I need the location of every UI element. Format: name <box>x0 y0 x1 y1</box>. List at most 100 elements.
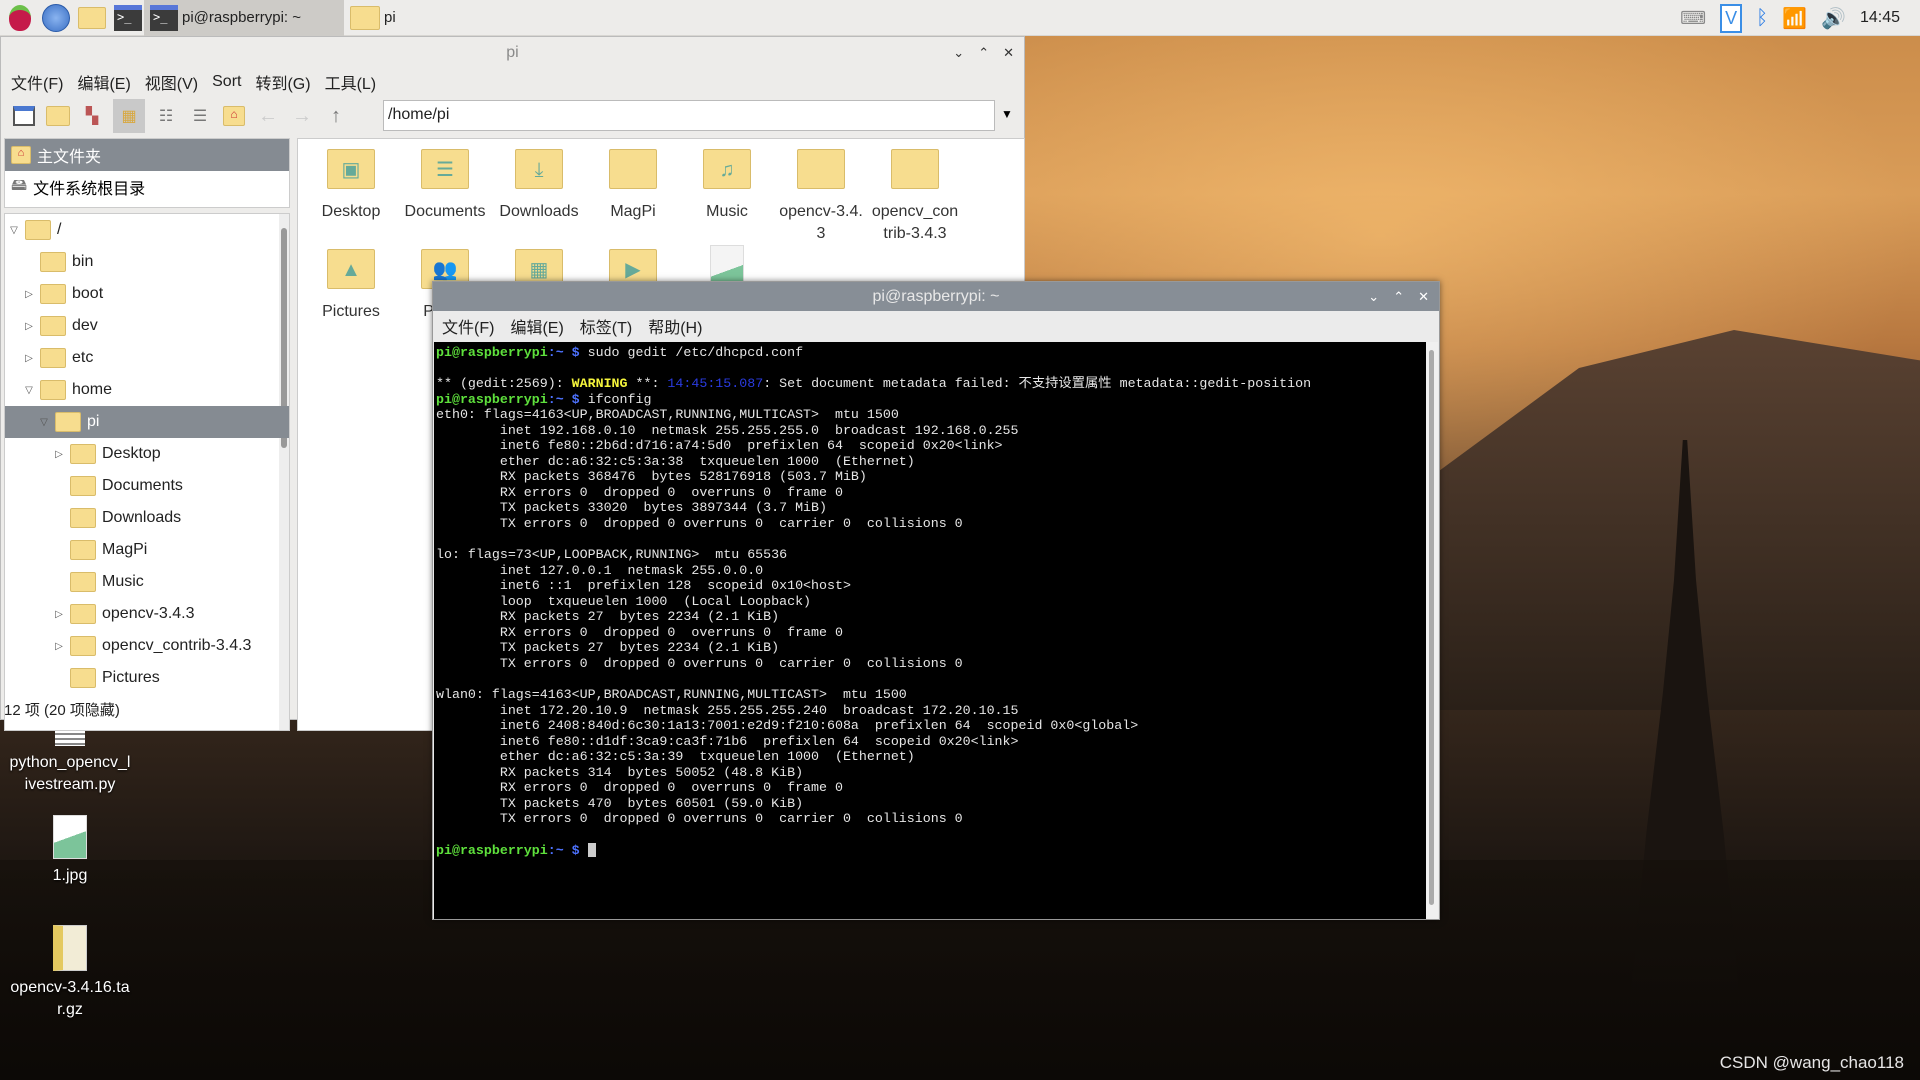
tree-item[interactable]: ▽ home <box>5 374 289 406</box>
terminal-output[interactable]: pi@raspberrypi:~ $ sudo gedit /etc/dhcpc… <box>434 342 1426 919</box>
expander-closed-icon[interactable]: ▷ <box>52 449 66 460</box>
new-window-icon[interactable] <box>11 103 37 129</box>
file-item-label: opencv-3.4. 3 <box>779 203 863 242</box>
menu-help[interactable]: 帮助(H) <box>648 314 702 338</box>
menu-go[interactable]: 转到(G) <box>255 70 310 94</box>
address-bar[interactable]: /home/pi <box>383 100 995 131</box>
terminal-launcher-icon[interactable]: >_ <box>112 2 144 34</box>
keyboard-icon[interactable]: ⌨ <box>1680 8 1706 29</box>
expander-closed-icon[interactable]: ▷ <box>22 353 36 364</box>
output-text: inet6 2408:840d:6c30:1a13:7001:e2d9:f210… <box>436 718 1139 734</box>
menu-view[interactable]: 视图(V) <box>145 70 198 94</box>
file-item[interactable]: ♫ Music <box>680 143 774 223</box>
file-item[interactable]: ⤓ Downloads <box>492 143 586 223</box>
tree-item[interactable]: ▷ boot <box>5 278 289 310</box>
taskbar-task-terminal[interactable]: >_ pi@raspberrypi: ~ <box>144 0 344 36</box>
output-text: TX errors 0 dropped 0 overruns 0 carrier… <box>436 516 963 532</box>
tree-item[interactable]: ▷ dev <box>5 310 289 342</box>
menu-edit[interactable]: 编辑(E) <box>510 314 563 338</box>
title-bar[interactable]: pi ⌄ ⌃ ✕ <box>1 37 1024 69</box>
desktop-icon-label: python_opencv_l ivestream.py <box>9 754 131 793</box>
file-item[interactable]: ▲ Pictures <box>304 243 398 323</box>
terminal-line: RX errors 0 dropped 0 overruns 0 frame 0 <box>436 625 1424 641</box>
title-bar[interactable]: pi@raspberrypi: ~ ⌄ ⌃ ✕ <box>433 282 1439 311</box>
output-text: RX errors 0 dropped 0 overruns 0 frame 0 <box>436 780 843 796</box>
tree-item-label: boot <box>72 285 104 302</box>
menu-sort[interactable]: Sort <box>212 73 241 91</box>
tree-item[interactable]: ▽ / <box>5 214 289 246</box>
folder-icon <box>70 444 96 464</box>
compact-view-icon[interactable]: ☷ <box>153 103 179 129</box>
tree-item[interactable]: ▷ etc <box>5 342 289 374</box>
file-item[interactable]: ☰ Documents <box>398 143 492 223</box>
volume-icon[interactable]: 🔊 <box>1821 6 1846 31</box>
expander-open-icon[interactable]: ▽ <box>37 417 51 428</box>
clock[interactable]: 14:45 <box>1860 9 1900 27</box>
file-manager-launcher-icon[interactable] <box>76 2 108 34</box>
close-icon[interactable]: ✕ <box>1418 289 1429 305</box>
tree-item[interactable]: Documents <box>5 470 289 502</box>
file-item[interactable]: opencv_con trib-3.4.3 <box>868 143 962 245</box>
forward-arrow-icon[interactable]: → <box>289 103 315 129</box>
new-folder-icon[interactable] <box>45 103 71 129</box>
home-folder-icon[interactable]: ⌂ <box>221 103 247 129</box>
address-dropdown-icon[interactable]: ▼ <box>1001 107 1013 121</box>
tree-item[interactable]: MagPi <box>5 534 289 566</box>
maximize-icon[interactable]: ⌃ <box>978 45 989 61</box>
desktop-icon-1-jpg[interactable]: 1.jpg <box>0 815 140 887</box>
menu-file[interactable]: 文件(F) <box>11 70 63 94</box>
maximize-icon[interactable]: ⌃ <box>1393 289 1404 305</box>
folder-icon <box>55 412 81 432</box>
file-item[interactable]: opencv-3.4. 3 <box>774 143 868 245</box>
tree-item[interactable]: Music <box>5 566 289 598</box>
expander-open-icon[interactable]: ▽ <box>7 225 21 236</box>
expander-closed-icon[interactable]: ▷ <box>52 609 66 620</box>
terminal-line: inet6 fe80::2b6d:d716:a74:5d0 prefixlen … <box>436 438 1424 454</box>
minimize-icon[interactable]: ⌄ <box>953 45 964 61</box>
taskbar-task-file-manager[interactable]: pi <box>344 0 544 36</box>
expander-closed-icon[interactable]: ▷ <box>22 321 36 332</box>
tree-item[interactable]: ▷ Desktop <box>5 438 289 470</box>
terminal-line: RX errors 0 dropped 0 overruns 0 frame 0 <box>436 485 1424 501</box>
back-arrow-icon[interactable]: ← <box>255 103 281 129</box>
browser-icon[interactable] <box>40 2 72 34</box>
desktop-icon-archive[interactable]: opencv-3.4.16.ta r.gz <box>0 925 140 1021</box>
tree-item[interactable]: ▷ opencv-3.4.3 <box>5 598 289 630</box>
place-root[interactable]: 🖴 文件系统根目录 <box>5 171 289 203</box>
image-file-icon <box>53 815 87 859</box>
detailed-list-view-icon[interactable]: ☰ <box>187 103 213 129</box>
output-text: inet6 fe80::d1df:3ca9:ca3f:71b6 prefixle… <box>436 733 1019 749</box>
raspberry-menu-icon[interactable] <box>4 2 36 34</box>
vnc-icon[interactable]: V <box>1720 3 1743 33</box>
menu-tools[interactable]: 工具(L) <box>325 70 377 94</box>
expander-closed-icon[interactable]: ▷ <box>22 289 36 300</box>
tree-item[interactable]: bin <box>5 246 289 278</box>
menu-file[interactable]: 文件(F) <box>442 314 494 338</box>
desktop-icon-label: opencv-3.4.16.ta r.gz <box>10 979 130 1018</box>
expander-open-icon[interactable]: ▽ <box>22 385 36 396</box>
tree-item-label: opencv_contrib-3.4.3 <box>102 637 252 654</box>
terminal-scrollbar[interactable] <box>1426 342 1438 919</box>
minimize-icon[interactable]: ⌄ <box>1368 289 1379 305</box>
menu-tabs[interactable]: 标签(T) <box>580 314 632 338</box>
tree-item[interactable]: ▽ pi <box>5 406 289 438</box>
prompt-user: pi@raspberrypi <box>436 391 548 407</box>
expander-closed-icon[interactable]: ▷ <box>52 641 66 652</box>
folder-icon <box>350 5 380 30</box>
tree-item[interactable]: ▷ opencv_contrib-3.4.3 <box>5 630 289 662</box>
menu-edit[interactable]: 编辑(E) <box>77 70 130 94</box>
bluetooth-icon[interactable]: ᛒ <box>1756 7 1768 30</box>
thumbnail-view-icon[interactable]: ▚ <box>79 103 105 129</box>
wifi-icon[interactable]: 📶 <box>1782 6 1807 31</box>
folder-icon <box>40 380 66 400</box>
tree-item[interactable]: Downloads <box>5 502 289 534</box>
up-arrow-icon[interactable]: ↑ <box>323 103 349 129</box>
place-home[interactable]: ⌂ 主文件夹 <box>5 139 289 171</box>
file-item[interactable]: MagPi <box>586 143 680 223</box>
icon-view-icon[interactable]: ▦ <box>113 99 145 133</box>
close-icon[interactable]: ✕ <box>1003 45 1014 61</box>
file-item[interactable]: ▣ Desktop <box>304 143 398 223</box>
tree-item[interactable]: Pictures <box>5 662 289 694</box>
desktop-icon-python-file[interactable]: python_opencv_l ivestream.py <box>0 720 140 796</box>
